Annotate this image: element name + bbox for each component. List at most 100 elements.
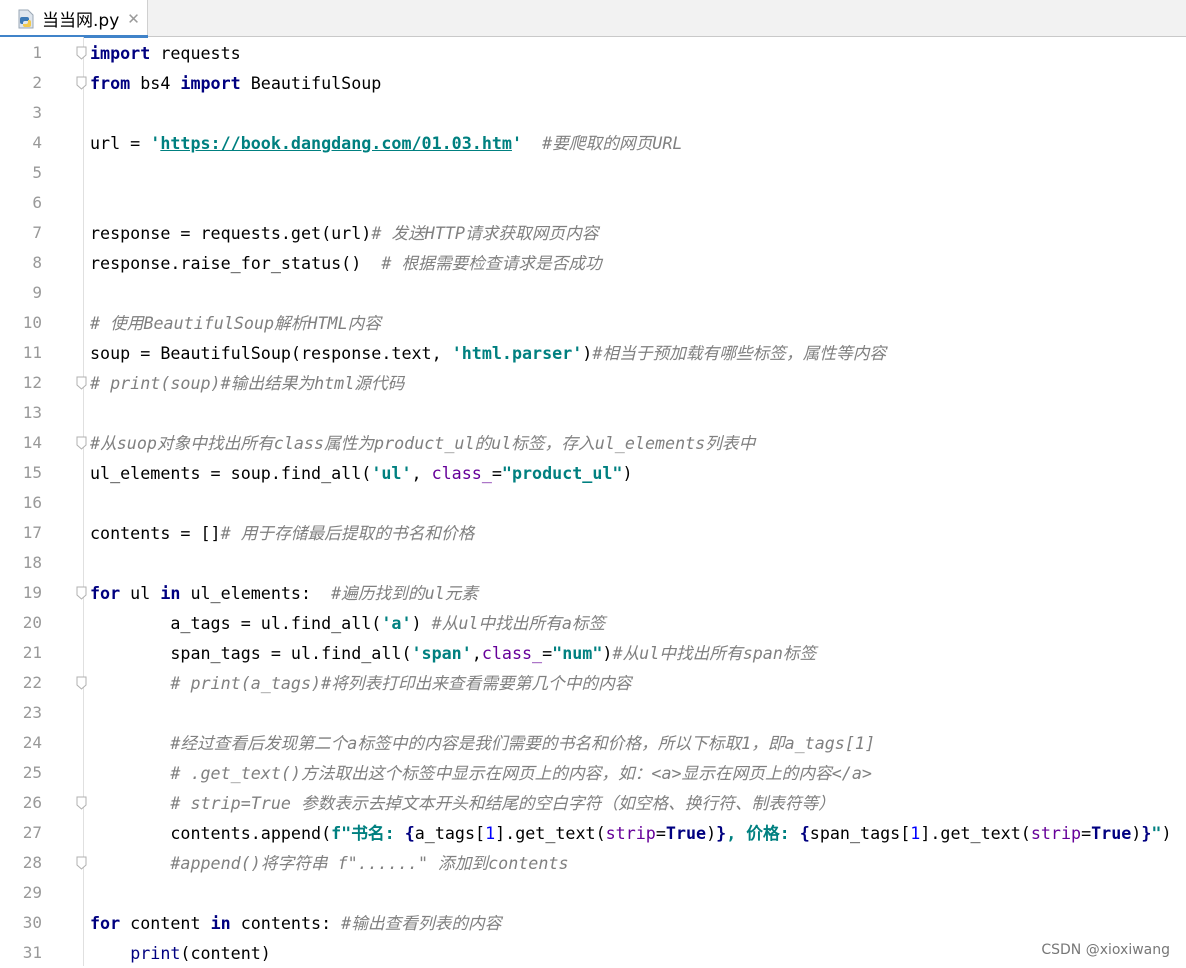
code-line[interactable]: 21 span_tags = ul.find_all('span',class_… (0, 638, 1186, 668)
code-token: #从ul中找出所有span标签 (612, 643, 817, 663)
code-text: response.raise_for_status() # 根据需要检查请求是否… (90, 248, 602, 278)
code-line[interactable]: 28 #append()将字符串 f"......" 添加到contents (0, 848, 1186, 878)
code-line[interactable]: 8 response.raise_for_status() # 根据需要检查请求是… (0, 248, 1186, 278)
line-number: 18 (22, 553, 42, 572)
file-tab[interactable]: 当当网.py ✕ (0, 0, 148, 38)
code-text: # print(a_tags)#将列表打印出来查看需要第几个中的内容 (90, 668, 631, 698)
code-token: , (411, 463, 432, 483)
code-line[interactable]: 20 a_tags = ul.find_all('a') #从ul中找出所有a标… (0, 608, 1186, 638)
code-line[interactable]: 17 contents = []# 用于存储最后提取的书名和价格 (0, 518, 1186, 548)
fold-marker-icon[interactable] (76, 586, 87, 600)
code-line[interactable]: 4 url = 'https://book.dangdang.com/01.03.… (0, 128, 1186, 158)
code-token: strip (605, 823, 656, 843)
code-line[interactable]: 11 soup = BeautifulSoup(response.text, 'h… (0, 338, 1186, 368)
code-token: 'ul' (371, 463, 412, 483)
code-text: contents = []# 用于存储最后提取的书名和价格 (90, 518, 474, 548)
code-line[interactable]: 7 response = requests.get(url)# 发送HTTP请求获… (0, 218, 1186, 248)
code-token: in (210, 913, 231, 933)
code-token: #经过查看后发现第二个a标签中的内容是我们需要的书名和价格，所以下标取1，即a_… (90, 733, 875, 753)
code-line[interactable]: 23 (0, 698, 1186, 728)
code-text: url = 'https://book.dangdang.com/01.03.h… (90, 128, 682, 158)
code-line[interactable]: 14 #从suop对象中找出所有class属性为product_ul的ul标签，存… (0, 428, 1186, 458)
code-token: 'html.parser' (451, 343, 583, 363)
line-number: 17 (22, 523, 42, 542)
code-line[interactable]: 16 (0, 488, 1186, 518)
code-token: ' (150, 133, 161, 153)
code-line[interactable]: 12 # print(soup)#输出结果为html源代码 (0, 368, 1186, 398)
fold-marker-icon[interactable] (76, 796, 87, 810)
code-text: print(content) (90, 938, 271, 968)
line-number: 28 (22, 853, 42, 872)
code-token: BeautifulSoup (240, 73, 382, 93)
fold-marker-icon[interactable] (76, 856, 87, 870)
code-token: #append()将字符串 f"......" 添加到contents (90, 853, 569, 873)
code-text: soup = BeautifulSoup(response.text, 'htm… (90, 338, 886, 368)
code-line[interactable]: 30 for content in contents: #输出查看列表的内容 (0, 908, 1186, 938)
code-text: # .get_text()方法取出这个标签中显示在网页上的内容，如：<a>显示在… (90, 758, 872, 788)
code-token: import (180, 73, 241, 93)
code-line[interactable]: 31 print(content) (0, 938, 1186, 968)
code-token: # print(soup)#输出结果为html源代码 (90, 373, 405, 393)
code-text: contents.append(f"书名: {a_tags[1].get_tex… (90, 818, 1171, 848)
code-line[interactable]: 22 # print(a_tags)#将列表打印出来查看需要第几个中的内容 (0, 668, 1186, 698)
code-text: import requests (90, 38, 241, 68)
code-text: # 使用BeautifulSoup解析HTML内容 (90, 308, 381, 338)
code-line[interactable]: 6 (0, 188, 1186, 218)
line-number: 29 (22, 883, 42, 902)
code-token: #从suop对象中找出所有class属性为product_ul的ul标签，存入u… (90, 433, 756, 453)
code-token: ].get_text( (920, 823, 1031, 843)
code-line[interactable]: 10 # 使用BeautifulSoup解析HTML内容 (0, 308, 1186, 338)
code-line[interactable]: 25 # .get_text()方法取出这个标签中显示在网页上的内容，如：<a>… (0, 758, 1186, 788)
code-line[interactable]: 19 for ul in ul_elements: #遍历找到的ul元素 (0, 578, 1186, 608)
code-token: True (665, 823, 707, 843)
code-token: = (491, 463, 502, 483)
close-icon[interactable]: ✕ (127, 10, 140, 28)
fold-marker-icon[interactable] (76, 76, 87, 90)
code-token: { (799, 823, 810, 843)
code-token: , 价格: (726, 823, 800, 843)
code-token: ) (1161, 823, 1172, 843)
code-line[interactable]: 29 (0, 878, 1186, 908)
code-token: ' (511, 133, 523, 153)
code-token: { (404, 823, 415, 843)
code-line[interactable]: 1 import requests (0, 38, 1186, 68)
code-token: ) (1131, 823, 1142, 843)
fold-marker-icon[interactable] (76, 436, 87, 450)
code-token: 1 (485, 823, 496, 843)
code-text: # print(soup)#输出结果为html源代码 (90, 368, 404, 398)
code-token: for (90, 913, 121, 933)
code-line[interactable]: 15 ul_elements = soup.find_all('ul', clas… (0, 458, 1186, 488)
line-number: 27 (22, 823, 42, 842)
fold-marker-icon[interactable] (76, 376, 87, 390)
code-token: = (542, 643, 553, 663)
code-text: response = requests.get(url)# 发送HTTP请求获取… (90, 218, 598, 248)
code-token: ) (706, 823, 717, 843)
code-line[interactable]: 2 from bs4 import BeautifulSoup (0, 68, 1186, 98)
code-token: " (1151, 823, 1162, 843)
code-line[interactable]: 26 # strip=True 参数表示去掉文本开头和结尾的空白字符（如空格、换… (0, 788, 1186, 818)
watermark: CSDN @xioxiwang (1041, 942, 1170, 958)
line-number: 26 (22, 793, 42, 812)
line-number: 19 (22, 583, 42, 602)
code-token: # 根据需要检查请求是否成功 (381, 253, 602, 273)
line-number: 14 (22, 433, 42, 452)
code-line[interactable]: 18 (0, 548, 1186, 578)
code-line[interactable]: 5 (0, 158, 1186, 188)
code-line[interactable]: 3 (0, 98, 1186, 128)
code-token: # 发送HTTP请求获取网页内容 (371, 223, 599, 243)
code-token: True (1091, 823, 1132, 843)
code-line[interactable]: 13 (0, 398, 1186, 428)
code-token: content (120, 913, 211, 933)
fold-marker-icon[interactable] (76, 46, 87, 60)
code-line[interactable]: 9 (0, 278, 1186, 308)
line-number: 7 (32, 223, 42, 242)
code-editor[interactable]: 1 import requests 2 from bs4 import Beautif… (0, 38, 1186, 968)
code-token: #要爬取的网页URL (542, 133, 683, 153)
code-text: span_tags = ul.find_all('span',class_="n… (90, 638, 816, 668)
code-token: span_tags = ul.find_all( (90, 643, 412, 663)
code-text: #经过查看后发现第二个a标签中的内容是我们需要的书名和价格，所以下标取1，即a_… (90, 728, 875, 758)
fold-marker-icon[interactable] (76, 676, 87, 690)
code-line[interactable]: 24 #经过查看后发现第二个a标签中的内容是我们需要的书名和价格，所以下标取1，… (0, 728, 1186, 758)
code-line[interactable]: 27 contents.append(f"书名: {a_tags[1].get_… (0, 818, 1186, 848)
